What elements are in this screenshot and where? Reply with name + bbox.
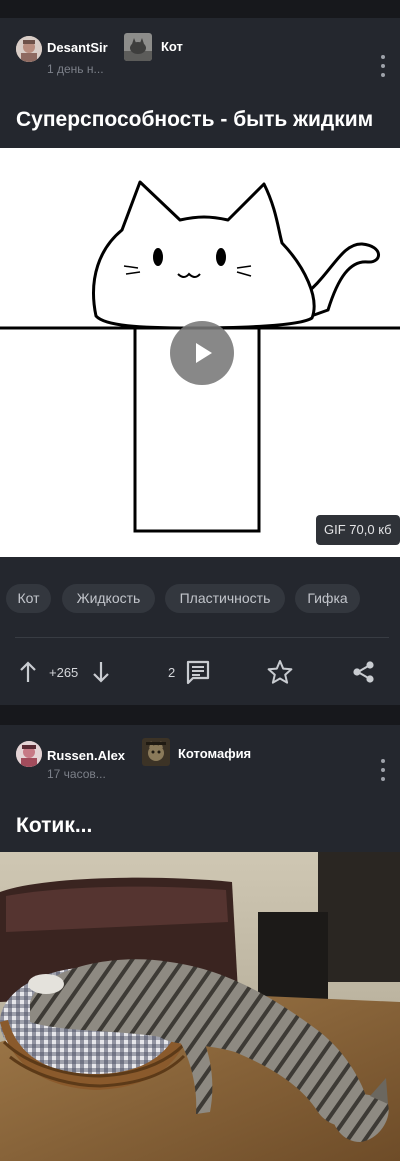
- divider: [15, 637, 389, 638]
- author-avatar[interactable]: [16, 741, 42, 767]
- post-header: Russen.Alex 17 часов... Котомафия: [0, 725, 400, 785]
- tag-chip[interactable]: Кот: [6, 584, 51, 613]
- post-header: DesantSir 1 день н... Кот: [0, 18, 400, 78]
- tag-chip[interactable]: Пластичность: [165, 584, 285, 613]
- comment-icon[interactable]: [185, 659, 211, 690]
- tag-chip[interactable]: Жидкость: [62, 584, 155, 613]
- arrow-up-icon[interactable]: [18, 660, 38, 689]
- arrow-down-icon[interactable]: [91, 660, 111, 689]
- cat-photo: [0, 852, 400, 1161]
- gif-size-badge: GIF 70,0 кб: [316, 515, 400, 545]
- comment-count: 2: [168, 665, 176, 680]
- play-icon[interactable]: [170, 321, 234, 385]
- author-name[interactable]: Russen.Alex: [47, 748, 125, 763]
- photo-media[interactable]: [0, 852, 400, 1161]
- community-name[interactable]: Котомафия: [178, 746, 251, 761]
- post-title[interactable]: Котик...: [16, 814, 92, 838]
- post-actions: +265 2: [0, 650, 400, 694]
- rating-count: +265: [49, 665, 79, 680]
- author-name[interactable]: DesantSir: [47, 40, 108, 55]
- tag-chip[interactable]: Гифка: [295, 584, 360, 613]
- share-icon[interactable]: [351, 659, 377, 690]
- author-avatar[interactable]: [16, 36, 42, 62]
- post-title[interactable]: Суперспособность - быть жидким: [16, 108, 373, 132]
- community-icon[interactable]: [124, 33, 152, 61]
- more-icon[interactable]: [376, 55, 390, 77]
- community-icon[interactable]: [142, 738, 170, 766]
- post-card: DesantSir 1 день н... Кот Суперспособнос…: [0, 18, 400, 705]
- post-time: 17 часов...: [47, 767, 106, 781]
- post-card: Russen.Alex 17 часов... Котомафия Котик.…: [0, 725, 400, 1161]
- more-icon[interactable]: [376, 759, 390, 781]
- star-icon[interactable]: [267, 659, 293, 690]
- gif-media[interactable]: [0, 148, 400, 557]
- community-name[interactable]: Кот: [161, 39, 183, 54]
- post-time: 1 день н...: [47, 62, 104, 76]
